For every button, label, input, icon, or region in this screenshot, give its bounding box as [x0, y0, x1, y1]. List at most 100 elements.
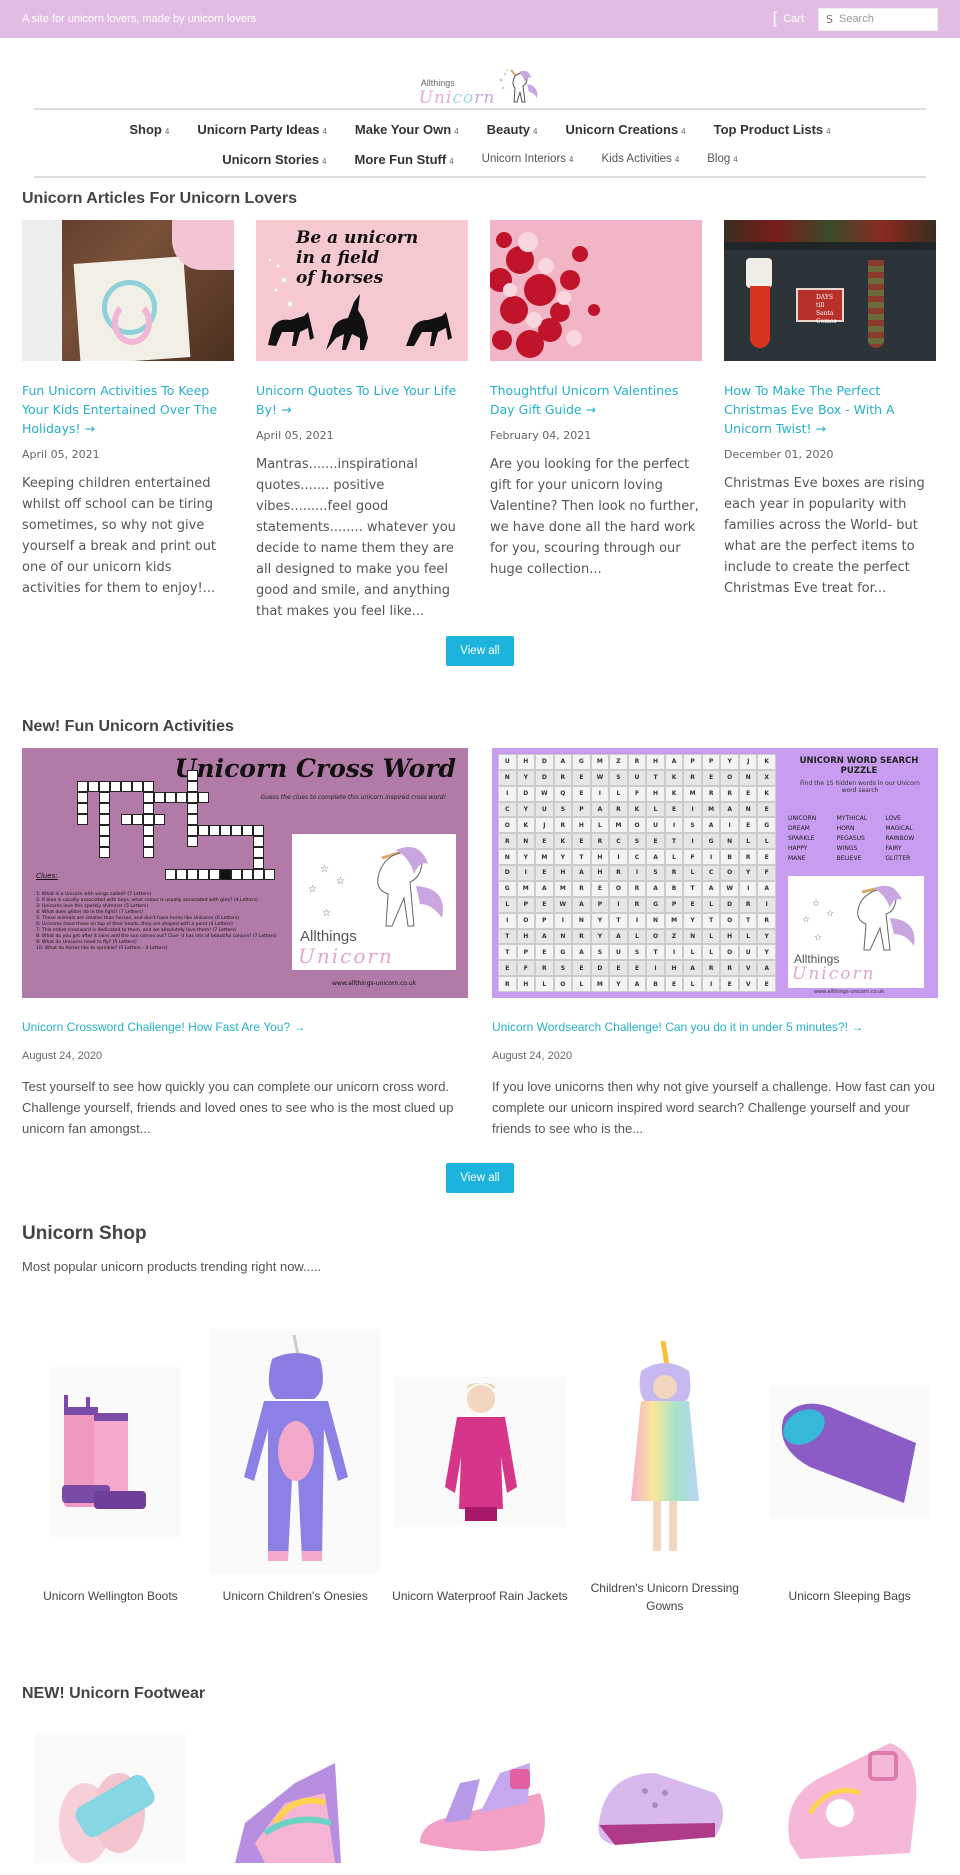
wordsearch-cell: F	[757, 865, 776, 881]
product-image-rain-jacket[interactable]	[394, 1324, 565, 1579]
wordsearch-cell: E	[609, 960, 628, 977]
wordsearch-cell: N	[738, 769, 758, 786]
footwear-item-high-tops[interactable]	[203, 1723, 388, 1863]
product-name[interactable]: Children's Unicorn Dressing Gowns	[572, 1579, 757, 1615]
wordsearch-cell: R	[498, 833, 517, 850]
site-logo[interactable]: Allthings Unicorn	[0, 38, 960, 108]
product-image-onesie[interactable]	[210, 1324, 381, 1579]
article-image-unicorn-quote[interactable]: Be a unicorn in a field of horses	[256, 220, 468, 361]
logo-mark[interactable]: Allthings Unicorn	[419, 46, 542, 108]
article-title-link[interactable]: Thoughtful Unicorn Valentines Day Gift G…	[490, 381, 702, 419]
crossword-cell	[143, 781, 154, 792]
nav-item-kids-activities[interactable]: Kids Activities 4	[602, 153, 680, 165]
wordsearch-cell: C	[701, 865, 721, 881]
article-image-hearts[interactable]	[490, 220, 702, 361]
activity-title-link[interactable]: Unicorn Crossword Challenge! How Fast Ar…	[22, 1020, 468, 1034]
wordsearch-cell: I	[627, 865, 647, 881]
article-card: DAYS till Santa Comes How To Make The Pe…	[724, 220, 936, 622]
crossword-cell	[143, 803, 154, 814]
wordsearch-cell: A	[535, 928, 554, 945]
wordsearch-cell: C	[498, 801, 517, 818]
product-card[interactable]: Unicorn Children's Onesies	[203, 1324, 388, 1615]
nav-item-top-product-lists[interactable]: Top Product Lists 4	[714, 122, 831, 137]
product-image-sleeping-bag[interactable]	[769, 1324, 930, 1579]
product-grid: Unicorn Wellington Boots Unicorn Childre…	[0, 1324, 960, 1615]
wordsearch-cell: L	[572, 976, 591, 992]
crossword-cell	[242, 869, 253, 880]
article-title-link[interactable]: Fun Unicorn Activities To Keep Your Kids…	[22, 381, 234, 438]
crossword-cell	[253, 858, 264, 869]
sandals-icon	[419, 1763, 545, 1851]
wordsearch-cell: Y	[516, 849, 536, 866]
search-box[interactable]: S	[818, 7, 938, 31]
nav-item-make-your-own[interactable]: Make Your Own 4	[355, 122, 459, 137]
wordsearch-cell: Y	[757, 928, 776, 945]
wordsearch-word: WINGS	[836, 845, 858, 852]
nav-item-shop[interactable]: Shop 4	[129, 122, 169, 137]
footwear-item-jelly-sandals[interactable]	[757, 1723, 942, 1863]
nav-item-more-fun-stuff[interactable]: More Fun Stuff 4	[355, 152, 454, 167]
article-title-link[interactable]: Unicorn Quotes To Live Your Life By! →	[256, 381, 468, 419]
wordsearch-cell: M	[516, 880, 536, 897]
nav-item-blog[interactable]: Blog 4	[707, 153, 737, 165]
chevron-down-icon: 4	[449, 156, 454, 166]
crossword-cell	[220, 869, 231, 880]
wordsearch-image[interactable]: UHDAGMZRHAPPYJKNYDREWSUTKREONXIDWQEILFHK…	[492, 748, 938, 998]
article-image-kids-coloring[interactable]	[22, 220, 234, 361]
footwear-item-sliders[interactable]	[18, 1723, 203, 1863]
nav-item-unicorn-creations[interactable]: Unicorn Creations 4	[565, 122, 685, 137]
chevron-down-icon: 4	[322, 126, 327, 136]
article-image-christmas-stockings[interactable]: DAYS till Santa Comes	[724, 220, 936, 361]
crossword-cell	[242, 825, 253, 836]
wordsearch-cell: G	[572, 754, 591, 770]
wordsearch-cell: Y	[720, 754, 739, 770]
wordsearch-cell: W	[553, 896, 573, 913]
product-name[interactable]: Unicorn Sleeping Bags	[789, 1587, 911, 1605]
product-image-wellington-boots[interactable]	[40, 1324, 181, 1579]
wordsearch-cell: I	[757, 896, 776, 913]
svg-text:☆: ☆	[308, 884, 317, 895]
crossword-cell	[253, 869, 264, 880]
wordsearch-cell: H	[516, 928, 536, 945]
wordsearch-cell: K	[516, 817, 536, 834]
product-card[interactable]: Unicorn Wellington Boots	[18, 1324, 203, 1615]
nav-item-unicorn-stories[interactable]: Unicorn Stories 4	[222, 152, 326, 167]
activity-title-link[interactable]: Unicorn Wordsearch Challenge! Can you do…	[492, 1020, 938, 1034]
wordsearch-cell: E	[664, 801, 684, 818]
crossword-cell	[143, 814, 154, 825]
articles-view-all-button[interactable]: View all	[446, 636, 514, 666]
product-name[interactable]: Unicorn Waterproof Rain Jackets	[392, 1587, 568, 1605]
nav-item-beauty[interactable]: Beauty 4	[487, 122, 538, 137]
wordsearch-cell: S	[683, 817, 702, 834]
wordsearch-cell: A	[535, 880, 554, 897]
product-card[interactable]: Children's Unicorn Dressing Gowns	[572, 1324, 757, 1615]
wordsearch-cell: R	[757, 912, 776, 929]
activities-view-all-button[interactable]: View all	[446, 1163, 514, 1193]
wellington-boots-icon	[50, 1366, 181, 1537]
product-name[interactable]: Unicorn Children's Onesies	[223, 1587, 368, 1605]
crossword-cell	[231, 825, 242, 836]
footwear-item-sandals[interactable]	[388, 1723, 573, 1863]
product-card[interactable]: Unicorn Waterproof Rain Jackets	[388, 1324, 573, 1615]
svg-text:☆: ☆	[802, 915, 810, 925]
search-input[interactable]	[838, 13, 929, 25]
footwear-item-clogs[interactable]	[572, 1723, 757, 1863]
wordsearch-cell: R	[701, 960, 721, 977]
clogs-icon	[598, 1773, 723, 1845]
crossword-image[interactable]: Unicorn Cross Word Guess the clues to co…	[22, 748, 468, 998]
product-name[interactable]: Unicorn Wellington Boots	[43, 1587, 178, 1605]
sliders-icon	[35, 1733, 186, 1863]
cart-link[interactable]: [ Cart	[773, 10, 804, 28]
crossword-cell	[209, 869, 220, 880]
search-icon[interactable]: S	[826, 13, 833, 26]
product-image-dressing-gown[interactable]	[605, 1324, 725, 1579]
nav-item-unicorn-interiors[interactable]: Unicorn Interiors 4	[482, 153, 574, 165]
crossword-cell	[132, 781, 143, 792]
crossword-cell	[253, 847, 264, 858]
wordsearch-cell: I	[664, 817, 684, 834]
product-card[interactable]: Unicorn Sleeping Bags	[757, 1324, 942, 1615]
nav-item-unicorn-party-ideas[interactable]: Unicorn Party Ideas 4	[197, 122, 327, 137]
crossword-cell	[187, 814, 198, 825]
article-title-link[interactable]: How To Make The Perfect Christmas Eve Bo…	[724, 381, 936, 438]
crossword-cell	[110, 781, 121, 792]
